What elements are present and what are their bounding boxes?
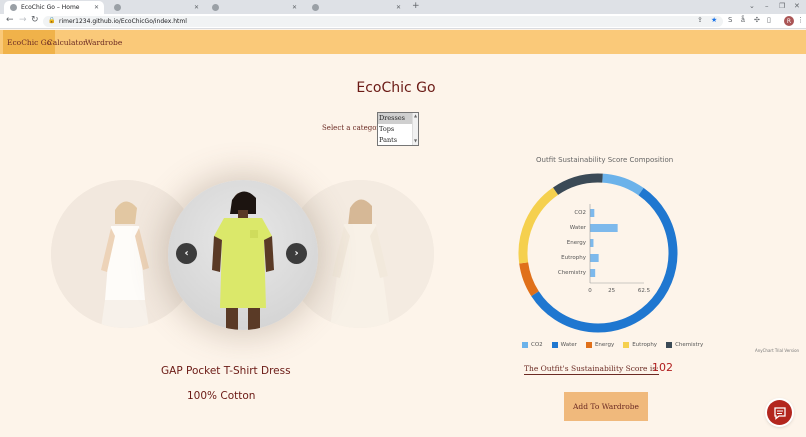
ring-segment-energy [519,262,539,297]
side-panel-icon[interactable]: ▯ [767,16,771,24]
minimize-icon[interactable]: – [765,2,769,10]
browser-tab-bar: EcoChic Go – Home ✕ ✕ ✕ ✕ + ⌄ – ❐ ✕ [0,0,806,14]
profile-avatar[interactable]: R [784,16,794,26]
browser-tab[interactable]: ✕ [306,1,406,14]
legend-label: Chemistry [675,342,704,348]
carousel-prev-button[interactable]: ‹ [176,243,197,264]
lock-icon: 🔒 [48,17,56,24]
close-tab-icon[interactable]: ✕ [94,4,99,11]
ring-segment-co2 [602,173,644,196]
tab-favicon-icon [114,4,121,11]
close-tab-icon[interactable]: ✕ [396,4,401,11]
bar-label-co2: CO2 [574,210,586,216]
bar-label-chemistry: Chemistry [558,270,587,276]
product-material: 100% Cotton [187,390,256,402]
chart-legend: CO2 Water Energy Eutrophy Chemistry [522,342,703,348]
bar-energy [590,239,594,247]
browser-toolbar: ← → ↻ 🔒 rimer1234.github.io/EcoChicGo/in… [0,14,806,29]
tab-favicon-icon [312,4,319,11]
forward-icon[interactable]: → [19,15,27,25]
browser-tab[interactable]: ✕ [206,1,302,14]
chat-button[interactable] [767,400,792,425]
ring-segment-eutrophy [518,187,559,264]
legend-swatch [623,342,630,348]
legend-item-eutrophy[interactable]: Eutrophy [623,342,657,348]
nav-wardrobe[interactable]: Wardrobe [81,30,126,54]
site-favicon-icon [10,4,17,11]
score-label: The Outfit's Sustainability Score is: [524,364,659,375]
legend-swatch [551,342,558,348]
category-select[interactable]: Dresses Tops Pants ▲ ▼ [377,112,419,146]
tab-title: EcoChic Go – Home [21,4,80,11]
chart-credit: AnyChart Trial Version [755,348,800,353]
legend-label: Energy [594,342,615,348]
extensions-puzzle-icon[interactable]: ✣ [754,16,760,24]
bar-eutrophy [590,254,599,262]
bar-label-water: Water [570,225,587,231]
share-icon[interactable]: ⇪ [697,16,703,24]
legend-swatch [522,342,528,348]
legend-label: Water [560,342,577,348]
reload-icon[interactable]: ↻ [31,15,39,25]
legend-item-energy[interactable]: Energy [585,342,615,348]
bar-label-eutrophy: Eutrophy [561,255,587,261]
close-tab-icon[interactable]: ✕ [292,4,297,11]
bar-chemistry [590,269,596,277]
site-navbar: EcoChic Go Calculator Wardrobe [0,30,806,54]
sustainability-chart: CO2 Water Energy Eutrophy Chemistry 0 25 62.5 [518,173,678,333]
score-value: 102 [652,361,673,374]
extension-translate-icon[interactable]: aͤ [741,16,745,24]
product-name: GAP Pocket T-Shirt Dress [161,365,291,377]
legend-swatch [585,342,592,348]
listbox-scrollbar[interactable]: ▲ ▼ [412,113,418,145]
restore-icon[interactable]: ❐ [779,2,785,10]
address-bar[interactable]: 🔒 rimer1234.github.io/EcoChicGo/index.ht… [43,16,723,27]
bar-label-energy: Energy [567,240,587,246]
page-title: EcoChic Go [356,80,436,96]
tab-search-icon[interactable]: ⌄ [749,2,755,10]
extension-s-icon[interactable]: S [728,16,732,24]
bar-water [590,224,618,232]
browser-tab-active[interactable]: EcoChic Go – Home ✕ [4,1,104,14]
bar-co2 [590,209,595,217]
carousel-next-button[interactable]: › [286,243,307,264]
back-icon[interactable]: ← [6,15,14,25]
new-tab-button[interactable]: + [412,1,420,11]
close-tab-icon[interactable]: ✕ [194,4,199,11]
x-tick-label: 62.5 [638,288,651,294]
add-to-wardrobe-button[interactable]: Add To Wardrobe [564,392,648,421]
legend-swatch [666,342,673,348]
legend-label: Eutrophy [632,342,658,348]
x-tick-label: 25 [608,288,615,294]
legend-label: CO2 [531,342,543,348]
url-text: rimer1234.github.io/EcoChicGo/index.html [59,18,187,25]
bookmark-star-icon[interactable]: ★ [711,16,717,24]
legend-item-co2[interactable]: CO2 [522,342,543,348]
ring-segment-chemistry [553,173,603,195]
close-window-icon[interactable]: ✕ [794,2,800,10]
ring-segment-water [531,187,678,333]
legend-item-chemistry[interactable]: Chemistry [666,342,703,348]
tab-favicon-icon [212,4,219,11]
chat-icon [773,406,786,420]
legend-item-water[interactable]: Water [551,342,577,348]
chart-title: Outfit Sustainability Score Composition [536,156,674,164]
menu-kebab-icon[interactable]: ⋮ [797,16,804,24]
x-tick-label: 0 [588,288,592,294]
browser-tab[interactable]: ✕ [108,1,204,14]
